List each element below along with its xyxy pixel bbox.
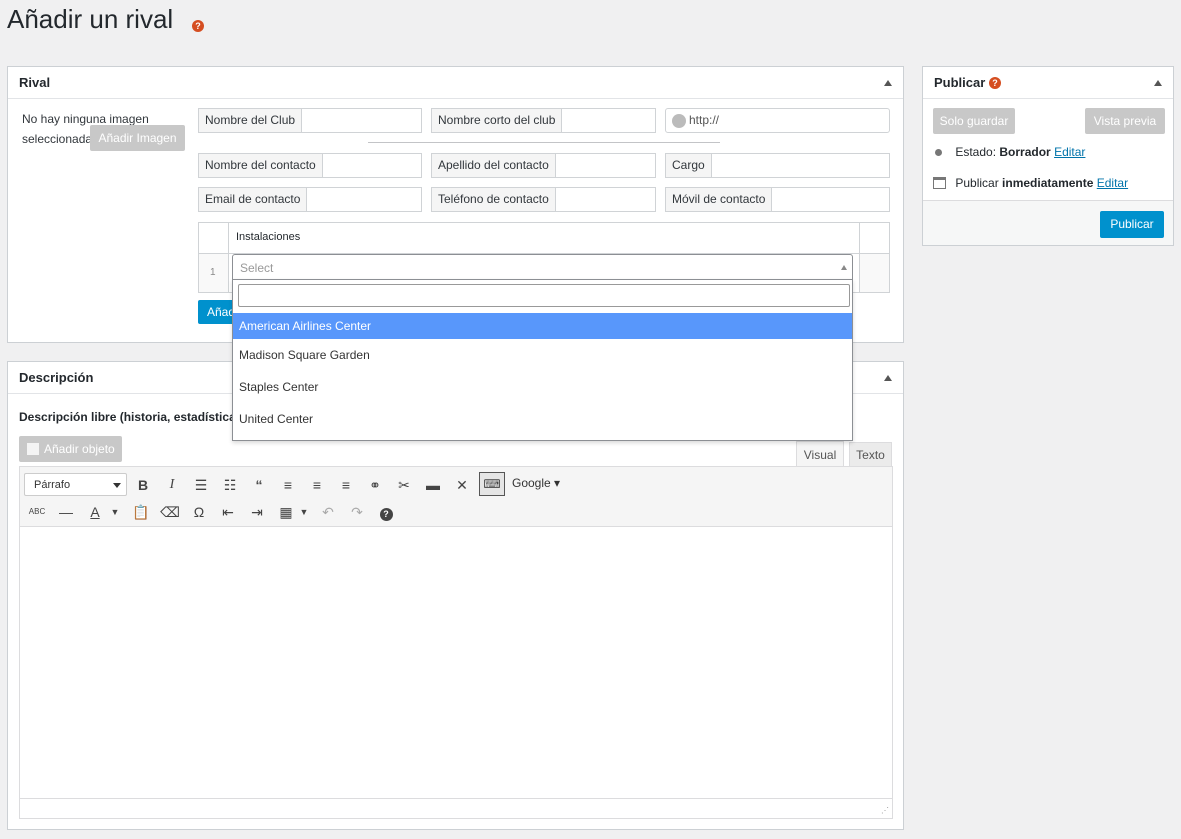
bullet-list-icon[interactable]: ☰ <box>190 474 212 496</box>
dropdown-option[interactable]: American Airlines Center <box>233 313 852 339</box>
chevron-down-icon[interactable]: ▼ <box>293 501 315 523</box>
redo-icon[interactable]: ↷ <box>346 501 368 523</box>
contact-name-label: Nombre del contacto <box>199 154 323 177</box>
divider <box>368 142 720 143</box>
website-url-placeholder: http:// <box>689 113 720 127</box>
select-placeholder: Select <box>240 261 274 275</box>
calendar-icon <box>933 177 946 189</box>
format-select[interactable]: Párrafo <box>24 473 127 496</box>
strikethrough-icon[interactable]: ABC <box>26 501 48 523</box>
align-left-icon[interactable]: ≡ <box>277 474 299 496</box>
description-box-title: Descripción <box>19 370 94 385</box>
horizontal-line-icon[interactable]: — <box>55 501 77 523</box>
preview-button[interactable]: Vista previa <box>1085 108 1165 134</box>
tab-visual[interactable]: Visual <box>796 441 844 467</box>
contact-surname-field[interactable]: Apellido del contacto <box>431 153 656 178</box>
edit-status-link[interactable]: Editar <box>1054 145 1085 159</box>
editor-body[interactable] <box>20 528 892 798</box>
website-url-field[interactable]: http:// <box>665 108 890 133</box>
contact-mobile-label: Móvil de contacto <box>666 188 773 211</box>
status-row: Estado: Borrador Editar <box>935 145 1085 159</box>
save-draft-button[interactable]: Solo guardar <box>933 108 1015 134</box>
resize-handle-icon[interactable]: ⋰ <box>881 806 889 815</box>
contact-name-field[interactable]: Nombre del contacto <box>198 153 422 178</box>
club-short-name-field[interactable]: Nombre corto del club <box>431 108 656 133</box>
help-icon[interactable]: ? <box>375 501 397 523</box>
dropdown-option[interactable]: Madison Square Garden <box>233 339 852 374</box>
special-character-icon[interactable]: Ω <box>188 501 210 523</box>
contact-phone-label: Teléfono de contacto <box>432 188 556 211</box>
chevron-down-icon <box>113 483 121 488</box>
outdent-icon[interactable]: ⇤ <box>217 501 239 523</box>
paste-text-icon[interactable]: 📋 <box>130 501 152 523</box>
read-more-icon[interactable]: ▬ <box>422 474 444 496</box>
publish-box: Publicar ? Solo guardar Vista previa Est… <box>922 66 1174 246</box>
add-image-button[interactable]: Añadir Imagen <box>90 125 185 151</box>
rival-box-title: Rival <box>19 75 51 90</box>
contact-surname-label: Apellido del contacto <box>432 154 556 177</box>
globe-icon <box>672 114 686 128</box>
clear-formatting-icon[interactable]: ⌫ <box>159 501 181 523</box>
indent-icon[interactable]: ⇥ <box>246 501 268 523</box>
contact-phone-field[interactable]: Teléfono de contacto <box>431 187 656 212</box>
rival-box-header[interactable]: Rival <box>8 67 903 99</box>
google-button[interactable]: Google ▾ <box>512 476 560 490</box>
link-icon[interactable]: ⚭ <box>364 474 386 496</box>
club-short-name-label: Nombre corto del club <box>432 109 563 132</box>
collapse-arrow-icon[interactable] <box>1154 80 1162 86</box>
toolbar-toggle-icon[interactable]: ⌨ <box>479 472 505 496</box>
dropdown-search-input[interactable] <box>238 284 850 307</box>
table-icon[interactable]: ▦ <box>275 501 297 523</box>
editor: Párrafo B I ☰ ☷ “ ≡ ≡ ≡ ⚭ ✂ ▬ ✕ ⌨ Google… <box>19 466 893 819</box>
publish-footer: Publicar <box>923 200 1173 245</box>
select-arrow-icon <box>841 265 847 270</box>
tab-text[interactable]: Texto <box>849 442 892 467</box>
role-field[interactable]: Cargo <box>665 153 890 178</box>
unlink-icon[interactable]: ✂ <box>393 474 415 496</box>
publish-button[interactable]: Publicar <box>1100 211 1164 238</box>
pin-icon <box>935 149 942 156</box>
align-center-icon[interactable]: ≡ <box>306 474 328 496</box>
add-object-button[interactable]: Añadir objeto <box>19 436 122 462</box>
quote-icon[interactable]: “ <box>248 474 270 496</box>
editor-toolbar: Párrafo B I ☰ ☷ “ ≡ ≡ ≡ ⚭ ✂ ▬ ✕ ⌨ Google… <box>20 467 892 527</box>
page-title: Añadir un rival <box>7 4 174 34</box>
publish-box-header[interactable]: Publicar ? <box>923 67 1173 99</box>
text-color-icon[interactable]: A <box>84 501 106 523</box>
chevron-down-icon[interactable]: ▼ <box>104 501 126 523</box>
edit-schedule-link[interactable]: Editar <box>1097 176 1128 190</box>
installation-select[interactable]: Select <box>232 254 853 280</box>
help-icon[interactable]: ? <box>192 20 204 32</box>
contact-mobile-field[interactable]: Móvil de contacto <box>665 187 890 212</box>
contact-email-label: Email de contacto <box>199 188 308 211</box>
schedule-row: Publicar inmediatamente Editar <box>933 176 1128 190</box>
align-right-icon[interactable]: ≡ <box>335 474 357 496</box>
collapse-arrow-icon[interactable] <box>884 375 892 381</box>
italic-icon[interactable]: I <box>161 474 183 496</box>
collapse-arrow-icon[interactable] <box>884 80 892 86</box>
installations-header: Instalaciones <box>236 231 301 243</box>
bold-icon[interactable]: B <box>132 474 154 496</box>
installation-dropdown: American Airlines Center Madison Square … <box>232 279 853 441</box>
publish-box-title: Publicar <box>934 75 986 90</box>
editor-statusbar: ⋰ <box>20 798 892 818</box>
undo-icon[interactable]: ↶ <box>317 501 339 523</box>
club-name-field[interactable]: Nombre del Club <box>198 108 422 133</box>
media-icon <box>27 443 39 455</box>
role-label: Cargo <box>666 154 712 177</box>
numbered-list-icon[interactable]: ☷ <box>219 474 241 496</box>
club-name-label: Nombre del Club <box>199 109 303 132</box>
dropdown-option[interactable]: Staples Center <box>233 374 852 406</box>
fullscreen-icon[interactable]: ✕ <box>451 474 473 496</box>
description-subtitle: Descripción libre (historia, estadística… <box>19 410 260 424</box>
row-number: 1 <box>210 267 216 278</box>
dropdown-option[interactable]: United Center <box>233 406 852 438</box>
contact-email-field[interactable]: Email de contacto <box>198 187 422 212</box>
help-icon[interactable]: ? <box>989 77 1001 89</box>
